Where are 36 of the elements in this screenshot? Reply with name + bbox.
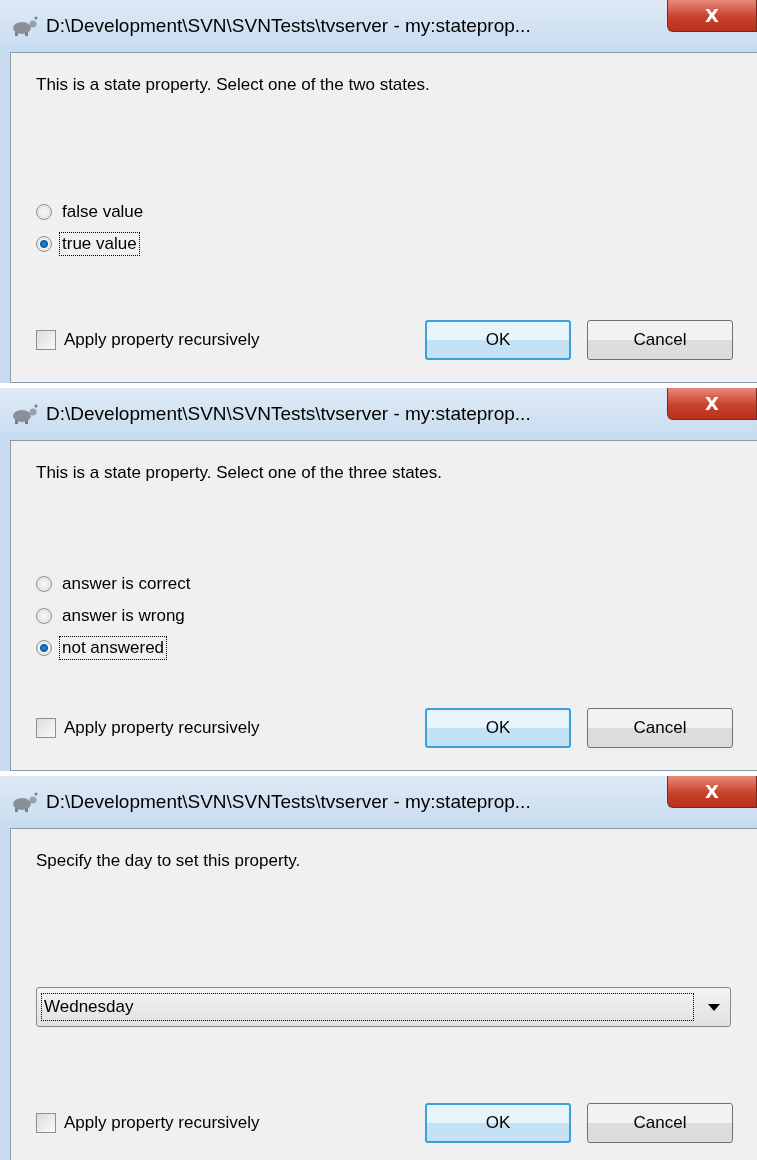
ok-button[interactable]: OK <box>425 708 571 748</box>
checkbox-label[interactable]: Apply property recursively <box>64 330 260 350</box>
turtle-icon <box>10 403 38 425</box>
radio-button[interactable] <box>36 607 52 624</box>
prompt-text: Specify the day to set this property. <box>36 851 302 871</box>
radio-button[interactable] <box>36 575 52 592</box>
window-title: D:\Development\SVN\SVNTests\tvserver - my:stateprop... <box>46 791 531 813</box>
radio-label[interactable]: true value <box>59 231 140 256</box>
cancel-button[interactable]: Cancel <box>587 320 733 360</box>
radio-label[interactable]: false value <box>59 199 147 224</box>
close-button[interactable]: X <box>667 0 757 32</box>
checkbox[interactable] <box>36 1113 56 1133</box>
caret-icon <box>708 1003 720 1011</box>
close-button[interactable]: X <box>667 776 757 808</box>
checkbox[interactable] <box>36 718 56 738</box>
radio-label[interactable]: answer is correct <box>59 571 194 596</box>
radio-button[interactable] <box>36 203 52 220</box>
cancel-button[interactable]: Cancel <box>587 1103 733 1143</box>
turtle-icon <box>10 15 38 37</box>
radio-button[interactable] <box>36 235 52 252</box>
checkbox-label[interactable]: Apply property recursively <box>64 718 260 738</box>
window-title: D:\Development\SVN\SVNTests\tvserver - my:stateprop... <box>46 403 531 425</box>
radio-button[interactable] <box>36 639 52 656</box>
window-title: D:\Development\SVN\SVNTests\tvserver - my:stateprop... <box>46 15 531 37</box>
day-dropdown[interactable]: Wednesday <box>36 987 731 1027</box>
radio-label[interactable]: answer is wrong <box>59 603 188 628</box>
close-button[interactable]: X <box>667 388 757 420</box>
radio-label[interactable]: not answered <box>59 635 168 660</box>
prompt-text: This is a state property. Select one of the two states. <box>36 75 431 95</box>
checkbox[interactable] <box>36 330 56 350</box>
turtle-icon <box>10 791 38 813</box>
prompt-text: This is a state property. Select one of the three states. <box>36 463 443 483</box>
ok-button[interactable]: OK <box>425 320 571 360</box>
checkbox-label[interactable]: Apply property recursively <box>64 1113 260 1133</box>
cancel-button[interactable]: Cancel <box>587 708 733 748</box>
ok-button[interactable]: OK <box>425 1103 571 1143</box>
